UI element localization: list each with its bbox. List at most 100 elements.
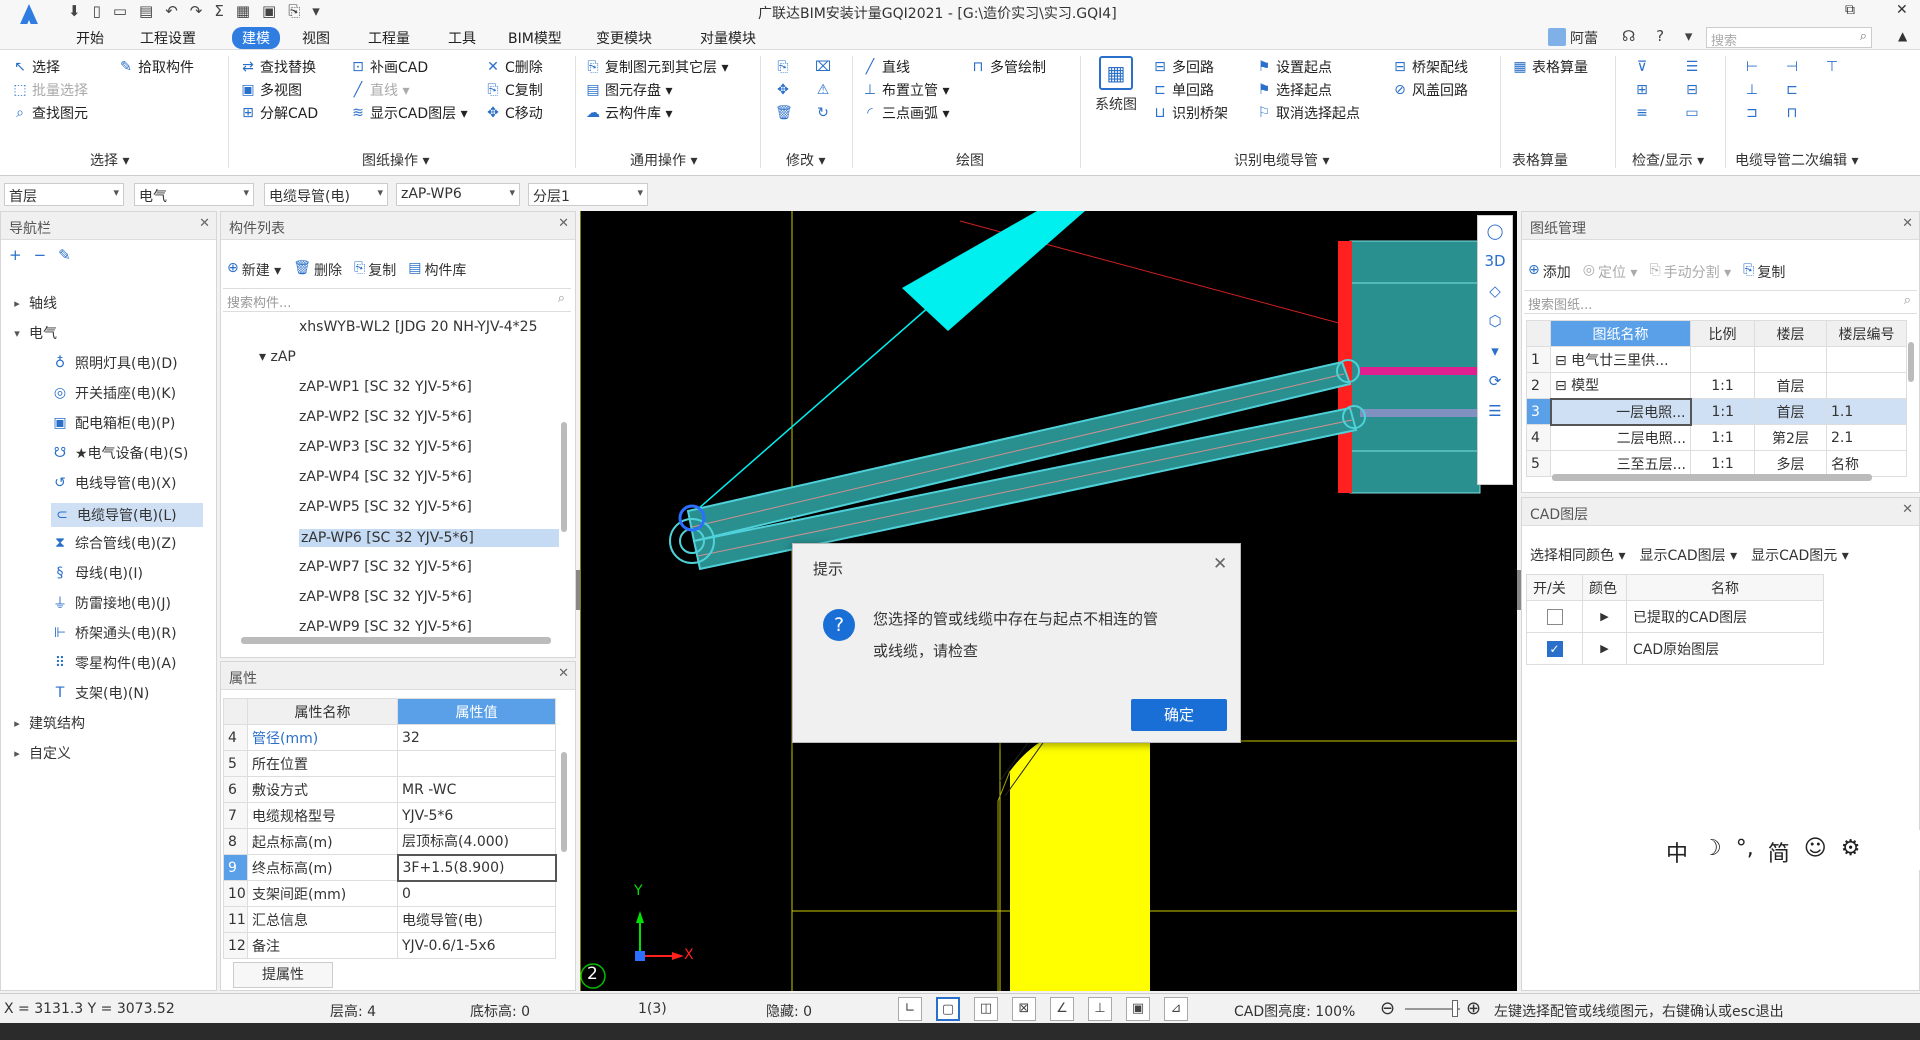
nav-item-9[interactable]: § 母线(电)(I)	[51, 563, 143, 583]
property-value[interactable]: 32	[397, 724, 556, 751]
ime-icon[interactable]: ⚙	[1841, 836, 1861, 868]
ribbon-button-0[interactable]: ⊢	[1744, 56, 1760, 78]
property-value[interactable]: MR -WC	[397, 776, 556, 803]
quick-access-icon[interactable]: ▾	[312, 2, 320, 20]
ribbon-button-3[interactable]: ✎ 拾取构件	[118, 56, 194, 78]
nav-item-14[interactable]: ▸ 建筑结构	[11, 713, 85, 733]
drawing-tool-1[interactable]: ◎ 定位 ▾	[1583, 262, 1638, 282]
ribbon-button-1[interactable]: ▤ 图元存盘 ▾	[585, 79, 672, 101]
property-row[interactable]: 6 敷设方式 MR -WC	[223, 776, 556, 803]
drawing-row[interactable]: 3 一层电照... 1:1 首层 1.1	[1526, 397, 1907, 426]
status-tool-icon[interactable]: ▣	[1126, 997, 1150, 1021]
quick-access-icon[interactable]: ↶	[165, 2, 178, 20]
vertical-scrollbar[interactable]	[561, 422, 567, 532]
window-minimize-button[interactable]: ⧉	[1845, 2, 1855, 18]
property-value[interactable]: YJV-0.6/1-5x6	[397, 932, 556, 959]
close-icon[interactable]: ✕	[1902, 216, 1913, 231]
brightness-slider-handle[interactable]	[1452, 1000, 1458, 1017]
quick-access-icon[interactable]: ▤	[139, 2, 153, 20]
status-tool-icon[interactable]: ∠	[1050, 997, 1074, 1021]
property-row[interactable]: 5 所在位置	[223, 750, 556, 777]
ribbon-button-1[interactable]: ☰	[1684, 56, 1700, 78]
close-icon[interactable]: ✕	[558, 216, 569, 231]
ribbon-group-label-8[interactable]: 电缆导管二次编辑 ▾	[1735, 150, 1858, 170]
nav-item-6[interactable]: ↺ 电线导管(电)(X)	[51, 473, 176, 493]
ribbon-button-1[interactable]: ▣ 多视图	[240, 79, 302, 101]
cad-tool-0[interactable]: 选择相同颜色 ▾	[1530, 545, 1625, 565]
close-icon[interactable]: ✕	[199, 216, 210, 231]
ribbon-button-2[interactable]: ☁ 云构件库 ▾	[585, 102, 672, 124]
ime-icon[interactable]: 简	[1768, 836, 1790, 868]
selector-dropdown-4[interactable]: 分层1	[528, 183, 648, 206]
menu-item-6[interactable]: BIM模型	[508, 28, 562, 48]
menu-item-7[interactable]: 变更模块	[596, 28, 652, 48]
horizontal-scrollbar[interactable]	[241, 637, 551, 644]
quick-access-icon[interactable]: ▭	[113, 2, 127, 20]
ribbon-button-3[interactable]: ⊓ 多管绘制	[970, 56, 1046, 78]
status-tool-icon[interactable]: ∟	[898, 997, 922, 1021]
ribbon-button-6[interactable]: ⊓	[1784, 102, 1800, 124]
property-row[interactable]: 8 起点标高(m) 层顶标高(4.000)	[223, 828, 556, 855]
cad-tool-1[interactable]: 显示CAD图层 ▾	[1639, 545, 1737, 565]
ribbon-button-4[interactable]: ╱ 直线 ▾	[350, 79, 410, 101]
ribbon-button-5[interactable]: ▭	[1684, 102, 1700, 124]
component-row-10[interactable]: zAP-WP9 [SC 32 YJV-5*6]	[299, 619, 472, 635]
menu-item-5[interactable]: 工具	[448, 28, 476, 48]
ribbon-button-2[interactable]: ⊏ 单回路	[1152, 79, 1214, 101]
ribbon-button-2[interactable]: ⊞ 分解CAD	[240, 102, 318, 124]
pick-properties-button[interactable]: 提属性	[233, 962, 333, 988]
menu-item-3[interactable]: 视图	[302, 28, 330, 48]
zoom-out-icon[interactable]: ⊖	[1380, 998, 1395, 1019]
cad-tool-2[interactable]: 显示CAD图元 ▾	[1751, 545, 1849, 565]
ribbon-button-2[interactable]: ⌕ 查找图元	[12, 102, 88, 124]
menu-item-8[interactable]: 对量模块	[700, 28, 756, 48]
ribbon-button-3[interactable]: ⊔ 识别桥架	[1152, 102, 1228, 124]
drawing-name[interactable]: ⊟ 模型	[1550, 372, 1691, 399]
quick-access-icon[interactable]: ⬇	[68, 2, 81, 20]
ribbon-button-7[interactable]: ⊟ 桥架配线	[1392, 56, 1468, 78]
cad-layer-checkbox[interactable]	[1546, 608, 1563, 625]
drawing-tool-3[interactable]: ⎘ 复制	[1743, 262, 1785, 282]
property-value[interactable]: YJV-5*6	[397, 802, 556, 829]
nav-item-8[interactable]: ⧗ 综合管线(电)(Z)	[51, 533, 176, 553]
property-row[interactable]: 4 管径(mm) 32	[223, 724, 556, 751]
component-row-2[interactable]: zAP-WP1 [SC 32 YJV-5*6]	[299, 379, 472, 395]
ribbon-button-6[interactable]: ✕ C删除	[485, 56, 543, 78]
ribbon-button-2[interactable]: ✥	[775, 79, 791, 101]
status-tool-icon[interactable]: ◫	[974, 997, 998, 1021]
ribbon-button-5[interactable]: ≋ 显示CAD图层 ▾	[350, 102, 468, 124]
ime-icon[interactable]: 中	[1666, 836, 1688, 868]
component-row-0[interactable]: xhsWYB-WL2 [JDG 20 NH-YJV-4*25	[299, 319, 537, 335]
ribbon-button-6[interactable]: ⚐ 取消选择起点	[1256, 102, 1360, 124]
component-tool-3[interactable]: ▤ 构件库	[408, 260, 466, 280]
nav-item-4[interactable]: ▣ 配电箱柜(电)(P)	[51, 413, 175, 433]
component-row-9[interactable]: zAP-WP8 [SC 32 YJV-5*6]	[299, 589, 472, 605]
component-row-6[interactable]: zAP-WP5 [SC 32 YJV-5*6]	[299, 499, 472, 515]
component-row-3[interactable]: zAP-WP2 [SC 32 YJV-5*6]	[299, 409, 472, 425]
ribbon-button-7[interactable]: ⎘ C复制	[485, 79, 542, 101]
component-row-4[interactable]: zAP-WP3 [SC 32 YJV-5*6]	[299, 439, 472, 455]
nav-item-0[interactable]: ▸ 轴线	[11, 293, 57, 313]
window-close-button[interactable]: ✕	[1896, 2, 1908, 18]
ribbon-button-2[interactable]: ⊞	[1634, 79, 1650, 101]
property-value[interactable]: 层顶标高(4.000)	[397, 828, 556, 855]
nav-item-5[interactable]: ☋ ★电气设备(电)(S)	[51, 443, 189, 463]
close-icon[interactable]: ✕	[1902, 502, 1913, 517]
ribbon-button-2[interactable]: ⊤	[1824, 56, 1840, 78]
property-value[interactable]: 0	[397, 880, 556, 907]
dialog-close-icon[interactable]: ✕	[1213, 554, 1227, 574]
drawing-hscrollbar[interactable]	[1552, 474, 1872, 481]
drawing-name[interactable]: 三至五层...	[1550, 450, 1691, 477]
ribbon-button-1[interactable]: ⬚ 批量选择	[12, 79, 88, 101]
component-tool-1[interactable]: 🗑 删除	[293, 260, 342, 280]
drawing-row[interactable]: 5 三至五层... 1:1 多层 名称	[1526, 450, 1907, 477]
component-row-1[interactable]: ▾ zAP	[259, 349, 296, 365]
property-row[interactable]: 9 终点标高(m) 3F+1.5(8.900)	[223, 853, 557, 882]
property-row[interactable]: 10 支架间距(mm) 0	[223, 880, 556, 907]
ribbon-group-label-7[interactable]: 检查/显示 ▾	[1632, 150, 1704, 170]
view-tool-icon[interactable]: ◇	[1489, 282, 1501, 300]
component-row-5[interactable]: zAP-WP4 [SC 32 YJV-5*6]	[299, 469, 472, 485]
ribbon-button-1[interactable]: ⊥ 布置立管 ▾	[862, 79, 950, 101]
ribbon-button-0[interactable]: ⊽	[1634, 56, 1650, 78]
menu-item-4[interactable]: 工程量	[368, 28, 410, 48]
